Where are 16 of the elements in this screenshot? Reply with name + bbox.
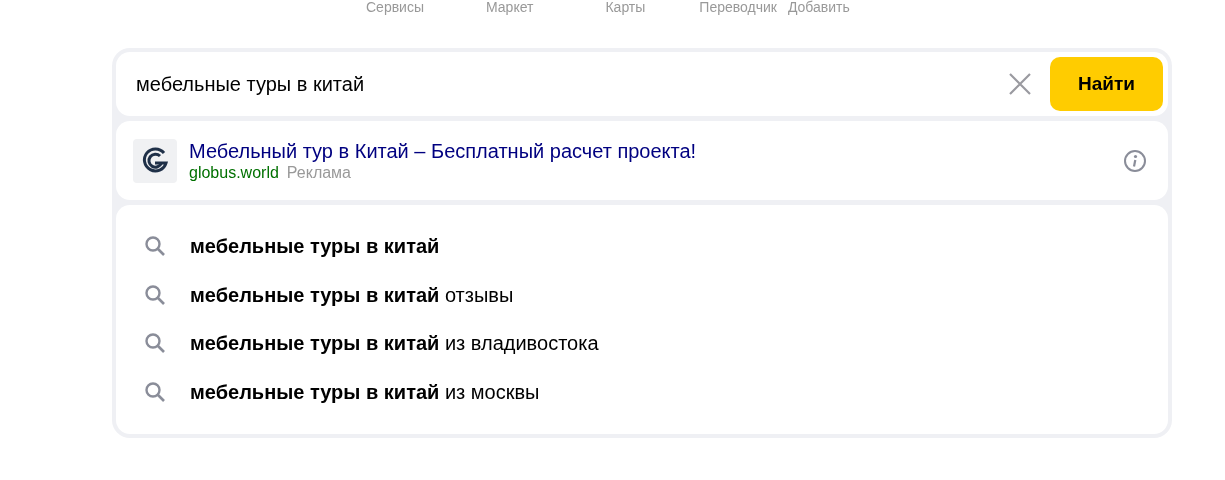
logo-icon [133,138,177,183]
close-icon[interactable] [1008,72,1032,96]
search-icon [144,235,166,258]
suggestion-item[interactable]: мебельные туры в китай отзывы [190,279,514,310]
info-icon[interactable] [1123,148,1147,173]
suggestion-item[interactable]: мебельные туры в китай из москвы [190,376,540,407]
ad-label: Реклама [286,163,351,182]
search-icon [144,283,166,306]
search-icon [144,380,166,403]
suggestion-item[interactable]: мебельные туры в китай из владивостока [190,328,599,359]
search-button[interactable]: Найти [1050,57,1163,111]
search-field[interactable]: мебельные туры в китай Найти [116,52,1168,116]
ad-domain-link[interactable]: globus.world [189,163,279,182]
search-icon [144,332,166,355]
ad-title-link[interactable]: Мебельный тур в Китай – Бесплатный расчет проекта! [189,139,1123,163]
suggestion-item[interactable]: мебельные туры в китай [190,231,440,262]
